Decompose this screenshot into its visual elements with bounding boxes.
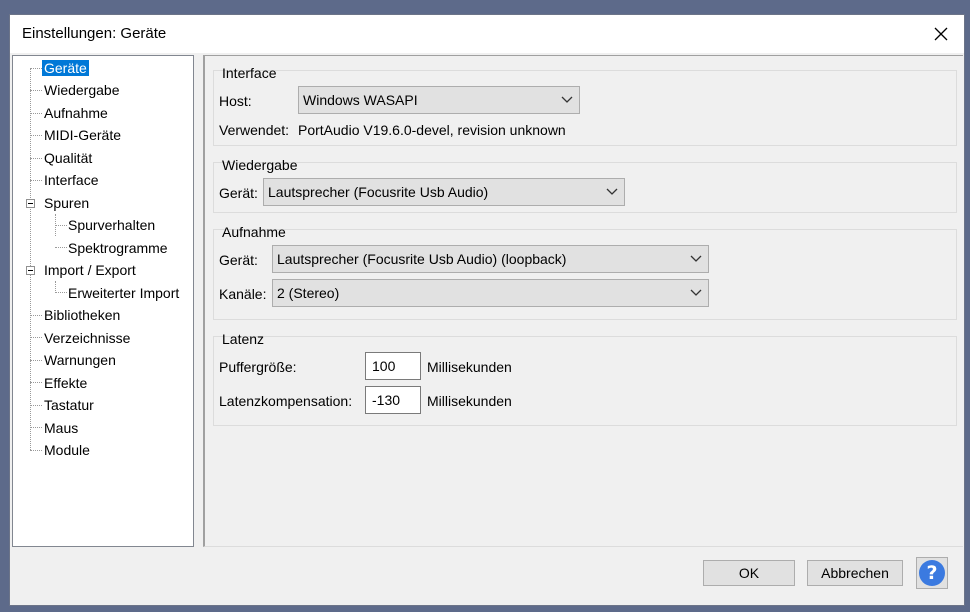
category-tree[interactable]: Geräte Wiedergabe Aufnahme MIDI-Geräte Q… <box>12 55 194 547</box>
recording-device-select[interactable]: Lautsprecher (Focusrite Usb Audio) (loop… <box>272 245 709 273</box>
recording-device-label: Gerät: <box>219 252 258 268</box>
chevron-down-icon <box>561 96 573 103</box>
interface-group: Interface Host: Windows WASAPI Verwendet… <box>213 65 957 146</box>
latency-compensation-label: Latenzkompensation: <box>219 393 353 409</box>
playback-device-value: Lautsprecher (Focusrite Usb Audio) <box>268 184 489 200</box>
tree-item-tastatur[interactable]: Tastatur <box>42 395 96 415</box>
channels-value: 2 (Stereo) <box>277 285 340 301</box>
title-bar: Einstellungen: Geräte <box>10 15 964 53</box>
settings-panel: Interface Host: Windows WASAPI Verwendet… <box>203 55 963 547</box>
playback-device-select[interactable]: Lautsprecher (Focusrite Usb Audio) <box>263 178 625 206</box>
ok-button[interactable]: OK <box>703 560 795 586</box>
playback-device-label: Gerät: <box>219 185 258 201</box>
channels-select[interactable]: 2 (Stereo) <box>272 279 709 307</box>
close-icon <box>934 27 948 41</box>
used-label: Verwendet: <box>219 122 290 138</box>
used-value: PortAudio V19.6.0-devel, revision unknow… <box>298 122 566 138</box>
tree-item-interface[interactable]: Interface <box>42 170 100 190</box>
host-select[interactable]: Windows WASAPI <box>298 86 580 114</box>
close-button[interactable] <box>918 15 964 53</box>
tree-item-qualitaet[interactable]: Qualität <box>42 148 94 168</box>
buffer-input[interactable]: 100 <box>365 352 421 380</box>
chevron-down-icon <box>690 289 702 296</box>
tree-item-midi-geraete[interactable]: MIDI-Geräte <box>42 125 123 145</box>
chevron-down-icon <box>690 255 702 262</box>
tree-item-module[interactable]: Module <box>42 440 92 460</box>
chevron-down-icon <box>606 188 618 195</box>
playback-group-title: Wiedergabe <box>222 157 298 173</box>
window-title: Einstellungen: Geräte <box>22 25 167 42</box>
buffer-unit: Millisekunden <box>427 359 512 375</box>
latency-group: Latenz Puffergröße: 100 Millisekunden La… <box>213 331 957 426</box>
tree-item-verzeichnisse[interactable]: Verzeichnisse <box>42 328 132 348</box>
tree-item-spurverhalten[interactable]: Spurverhalten <box>66 215 157 235</box>
cancel-button[interactable]: Abbrechen <box>807 560 903 586</box>
channels-label: Kanäle: <box>219 286 267 302</box>
import-export-collapse-toggle[interactable] <box>26 266 35 275</box>
tree-item-spuren[interactable]: Spuren <box>42 193 91 213</box>
latency-compensation-input[interactable]: -130 <box>365 386 421 414</box>
tree-item-maus[interactable]: Maus <box>42 418 80 438</box>
tree-item-effekte[interactable]: Effekte <box>42 373 89 393</box>
tree-item-spektrogramme[interactable]: Spektrogramme <box>66 238 170 258</box>
recording-group-title: Aufnahme <box>222 224 286 240</box>
preferences-dialog: Einstellungen: Geräte Geräte Wiedergabe … <box>9 14 965 606</box>
playback-group: Wiedergabe Gerät: Lautsprecher (Focusrit… <box>213 157 957 213</box>
tree-item-warnungen[interactable]: Warnungen <box>42 350 118 370</box>
spuren-collapse-toggle[interactable] <box>26 199 35 208</box>
tree-item-wiedergabe[interactable]: Wiedergabe <box>42 80 122 100</box>
tree-item-import-export[interactable]: Import / Export <box>42 260 138 280</box>
interface-group-title: Interface <box>222 65 277 81</box>
latency-compensation-unit: Millisekunden <box>427 393 512 409</box>
tree-item-aufnahme[interactable]: Aufnahme <box>42 103 110 123</box>
tree-item-erweiterter-import[interactable]: Erweiterter Import <box>66 283 181 303</box>
help-icon: ? <box>919 560 945 586</box>
recording-group: Aufnahme Gerät: Lautsprecher (Focusrite … <box>213 224 957 320</box>
help-button[interactable]: ? <box>916 557 948 589</box>
buffer-label: Puffergröße: <box>219 359 297 375</box>
tree-item-geraete[interactable]: Geräte <box>42 58 89 78</box>
tree-item-bibliotheken[interactable]: Bibliotheken <box>42 305 122 325</box>
latency-group-title: Latenz <box>222 331 265 347</box>
host-select-value: Windows WASAPI <box>303 92 418 108</box>
host-label: Host: <box>219 93 252 109</box>
recording-device-value: Lautsprecher (Focusrite Usb Audio) (loop… <box>277 251 567 267</box>
